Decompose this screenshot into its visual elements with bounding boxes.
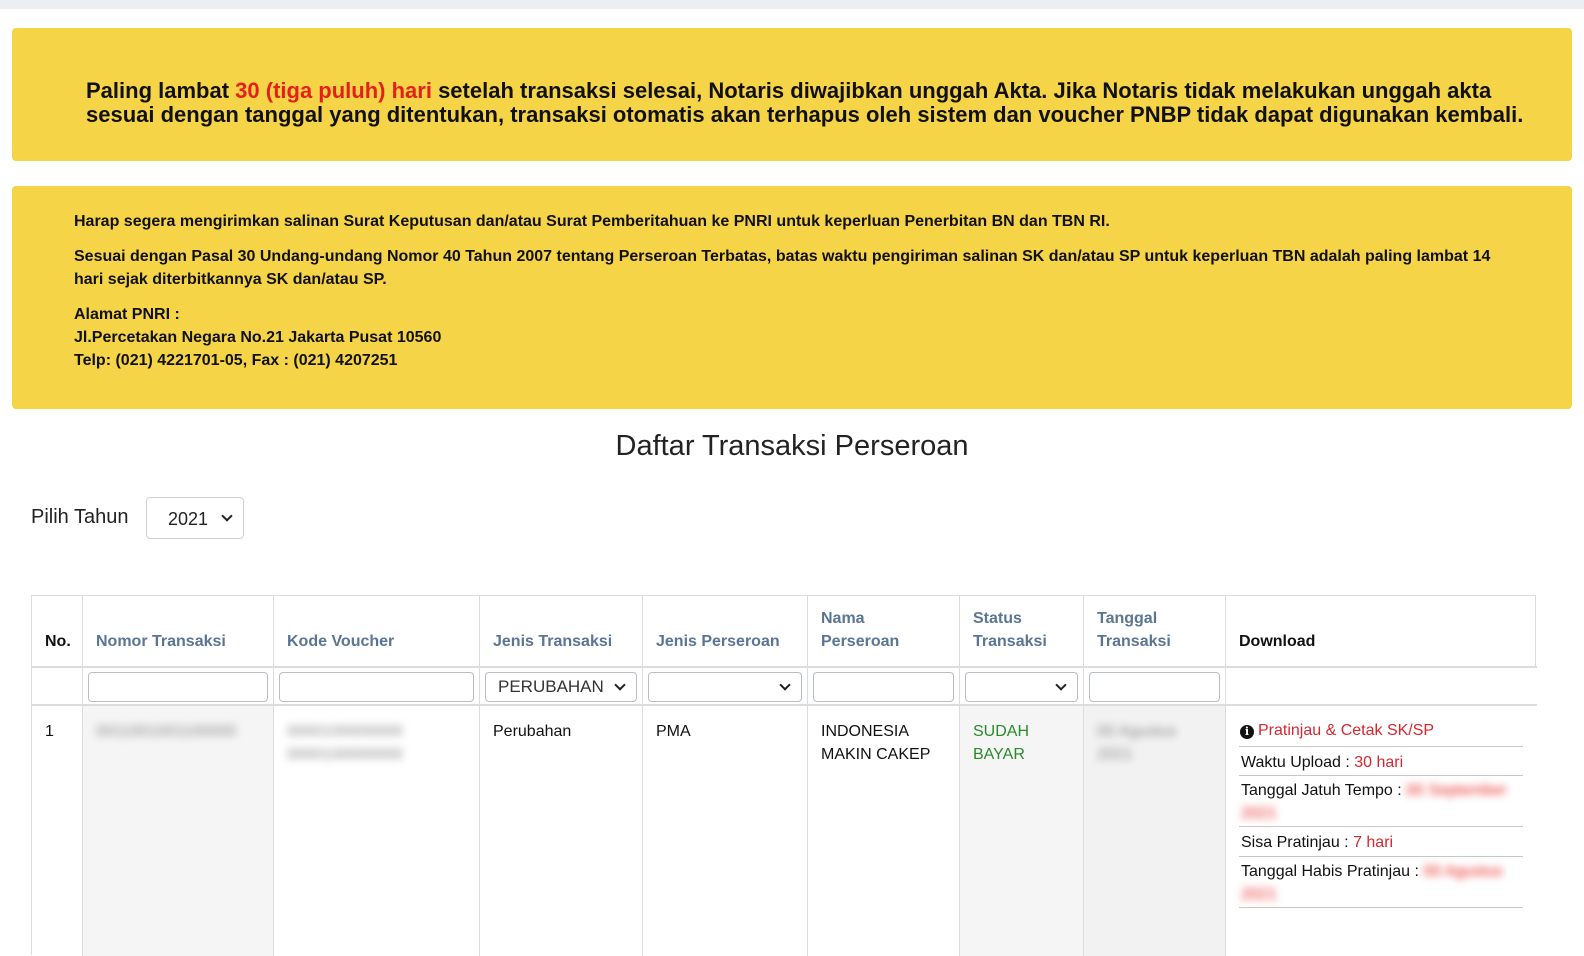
chevron-down-icon	[221, 510, 233, 522]
year-filter-label: Pilih Tahun	[31, 506, 129, 528]
pnri-address-label: Alamat PNRI :	[74, 306, 180, 323]
row-status-transaksi: SUDAH BAYAR	[973, 723, 1030, 763]
remaining-preview: Sisa Pratinjau : 7 hari	[1239, 826, 1523, 856]
deadline-alert: Paling lambat 30 (tiga puluh) hari setel…	[12, 28, 1572, 161]
filter-jenis-perseroan-select[interactable]	[648, 672, 802, 702]
transaction-table: No. 1 Nomor Transaksi 0011001001100000 K…	[31, 595, 1537, 956]
header-no: No.	[32, 596, 82, 668]
deadline-alert-text: Paling lambat 30 (tiga puluh) hari setel…	[86, 78, 1524, 127]
page-title: Daftar Transaksi Perseroan	[615, 430, 969, 462]
chevron-down-icon	[779, 679, 791, 691]
header-nomor-transaksi[interactable]: Nomor Transaksi	[83, 596, 273, 668]
filter-nomor-transaksi-input[interactable]	[88, 672, 268, 702]
row-jenis-perseroan: PMA	[656, 723, 691, 740]
chevron-down-icon	[614, 679, 626, 691]
upload-time: Waktu Upload : 30 hari	[1239, 746, 1523, 775]
chevron-down-icon	[1055, 679, 1067, 691]
col-nama-perseroan: Nama Perseroan INDONESIA MAKIN CAKEP	[808, 596, 960, 956]
row-kode-voucher: 0000100000000 0000100000000	[287, 723, 403, 763]
header-jenis-perseroan[interactable]: Jenis Perseroan	[643, 596, 807, 668]
col-kode-voucher: Kode Voucher 0000100000000 0000100000000	[274, 596, 480, 956]
header-jenis-transaksi[interactable]: Jenis Transaksi	[480, 596, 642, 668]
deadline-highlight: 30 (tiga puluh) hari	[235, 78, 432, 103]
col-no: No. 1	[32, 596, 83, 956]
col-status-transaksi: Status Transaksi SUDAH BAYAR	[960, 596, 1084, 956]
filter-jenis-transaksi-value: PERUBAHAN	[498, 677, 604, 696]
pnri-deadline-line: Sesuai dengan Pasal 30 Undang-undang Nom…	[74, 248, 1491, 288]
header-tanggal-transaksi[interactable]: Tanggal Transaksi	[1084, 596, 1225, 668]
header-status-transaksi[interactable]: Status Transaksi	[960, 596, 1083, 668]
pnri-address: Jl.Percetakan Negara No.21 Jakarta Pusat…	[74, 329, 442, 346]
filter-status-transaksi-select[interactable]	[965, 672, 1078, 702]
row-tanggal-transaksi: 00 Agustus 2021	[1097, 723, 1177, 763]
pnri-phone: Telp: (021) 4221701-05, Fax : (021) 4207…	[74, 352, 398, 369]
year-select[interactable]: 2021	[146, 497, 244, 539]
due-date: Tanggal Jatuh Tempo : 00 September 2021	[1239, 775, 1523, 826]
row-nomor-transaksi: 0011001001100000	[96, 723, 236, 740]
pnri-alert: Harap segera mengirimkan salinan Surat K…	[12, 186, 1572, 409]
year-select-value: 2021	[168, 509, 209, 529]
header-nama-perseroan[interactable]: Nama Perseroan	[808, 596, 959, 668]
col-nomor-transaksi: Nomor Transaksi 0011001001100000	[83, 596, 274, 956]
pnri-notice-line: Harap segera mengirimkan salinan Surat K…	[74, 213, 1110, 230]
col-download: Download i Pratinjau & Cetak SK/SP Waktu …	[1226, 596, 1537, 956]
preview-print-link[interactable]: i Pratinjau & Cetak SK/SP	[1240, 722, 1434, 740]
header-kode-voucher[interactable]: Kode Voucher	[274, 596, 479, 668]
row-no: 1	[45, 723, 54, 740]
row-nama-perseroan: INDONESIA MAKIN CAKEP	[821, 723, 931, 763]
filter-kode-voucher-input[interactable]	[279, 672, 474, 702]
row-jenis-transaksi: Perubahan	[493, 723, 572, 740]
info-icon: i	[1240, 725, 1254, 739]
filter-nama-perseroan-input[interactable]	[813, 672, 954, 702]
col-jenis-transaksi: Jenis Transaksi PERUBAHAN Perubahan	[480, 596, 643, 956]
top-bar	[0, 0, 1584, 9]
filter-tanggal-transaksi-input[interactable]	[1089, 672, 1220, 702]
col-jenis-perseroan: Jenis Perseroan PMA	[643, 596, 808, 956]
filter-jenis-transaksi-select[interactable]: PERUBAHAN	[485, 672, 637, 702]
col-tanggal-transaksi: Tanggal Transaksi 00 Agustus 2021	[1084, 596, 1226, 956]
preview-expiry: Tanggal Habis Pratinjau : 00 Agustus 202…	[1239, 856, 1523, 908]
header-download: Download	[1226, 596, 1537, 668]
